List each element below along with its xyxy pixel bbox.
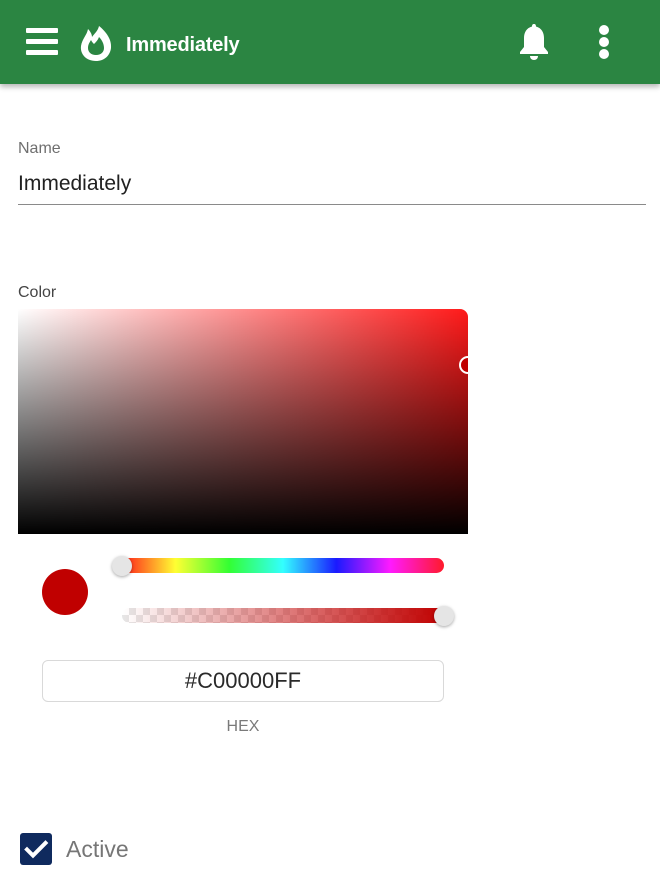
hamburger-line	[26, 50, 58, 55]
hex-label: HEX	[226, 718, 260, 735]
name-label: Name	[18, 140, 61, 157]
hue-slider-thumb[interactable]	[112, 555, 132, 576]
hue-slider[interactable]	[112, 555, 444, 576]
color-picker-clip	[18, 300, 468, 540]
app-title: Immediately	[126, 34, 240, 56]
fire-icon	[80, 26, 112, 61]
saturation-value-handle[interactable]	[459, 356, 468, 375]
alpha-slider[interactable]	[122, 605, 454, 626]
hex-input[interactable]	[42, 660, 444, 702]
notifications-button[interactable]	[512, 20, 556, 64]
hamburger-menu-icon	[26, 28, 58, 33]
more-vert-icon	[599, 25, 609, 59]
saturation-value-area[interactable]	[18, 309, 468, 534]
bell-icon	[520, 24, 548, 60]
alpha-slider-thumb[interactable]	[434, 605, 454, 626]
active-checkbox[interactable]	[20, 833, 52, 865]
more-options-button[interactable]	[586, 20, 622, 64]
app-bar: Immediately	[0, 0, 660, 84]
name-input[interactable]	[18, 164, 646, 205]
selected-color-swatch	[42, 569, 88, 615]
menu-button[interactable]	[22, 24, 62, 60]
hamburger-line	[26, 39, 58, 44]
checkmark-icon	[24, 840, 49, 859]
active-label: Active	[66, 836, 129, 862]
